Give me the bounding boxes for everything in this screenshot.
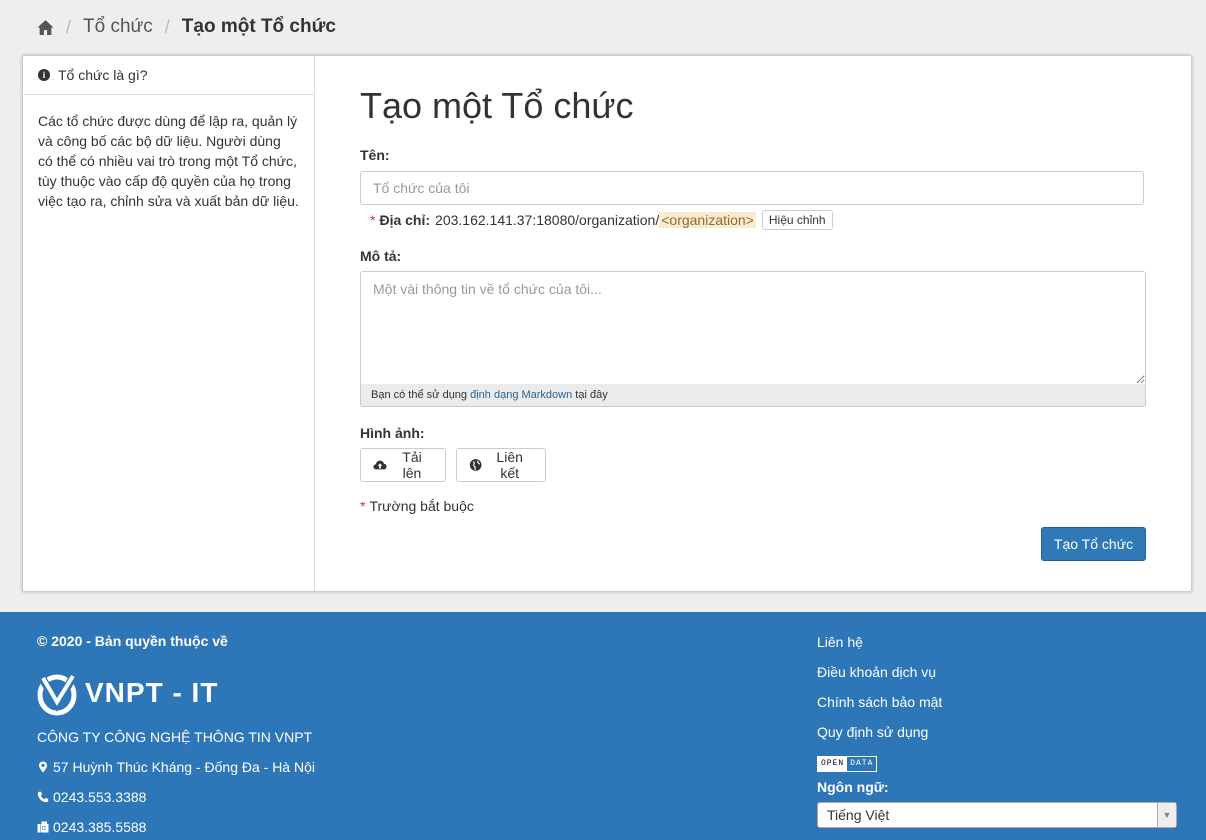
required-asterisk: * [360,498,366,514]
name-label: Tên: [360,147,390,163]
description-textarea[interactable] [360,271,1146,385]
required-asterisk: * [370,212,376,228]
url-prefix: 203.162.141.37:18080/organization/ [435,212,660,228]
breadcrumb-separator: / [164,16,170,37]
map-marker-icon [39,761,47,773]
markdown-hint-suffix: tại đây [575,389,608,401]
markdown-hint: Bạn có thể sử dụng định dạng Markdown tạ… [360,384,1146,407]
globe-icon [469,459,482,471]
open-data-badge[interactable]: OPEN DATA [817,756,878,772]
breadcrumb-separator: / [66,16,72,37]
footer-links: Liên hệ Điều khoản dịch vụ Chính sách bả… [817,633,942,753]
info-icon: i [38,69,50,81]
cloud-upload-icon [373,460,387,470]
vnpt-logo-mark [37,671,79,716]
phone-text: 0243.553.3388 [53,789,147,805]
language-select[interactable]: Tiếng Việt ▼ [817,802,1177,828]
upload-image-label: Tải lên [402,449,422,481]
vnpt-logo[interactable]: VNPT - IT [37,670,218,716]
fax: 0243.385.5588 [37,819,146,835]
phone: 0243.553.3388 [37,789,146,805]
address-text: 57 Huỳnh Thúc Kháng - Đống Đa - Hà Nội [53,759,315,775]
markdown-hint-prefix: Bạn có thể sử dụng [371,389,468,401]
description-label: Mô tả: [360,248,402,264]
fax-icon [37,821,49,833]
chevron-down-icon[interactable]: ▼ [1157,803,1176,827]
organization-form: Tạo một Tổ chức Tên: * Địa chỉ: 203.162.… [360,56,1146,561]
url-row: * Địa chỉ: 203.162.141.37:18080/organiza… [370,209,833,231]
open-data-badge-left: OPEN [818,757,848,771]
info-sidebar-text: Các tổ chức được dùng để lập ra, quản lý… [38,113,299,209]
company-name: CÔNG TY CÔNG NGHỆ THÔNG TIN VNPT [37,729,313,745]
address: 57 Huỳnh Thúc Kháng - Đống Đa - Hà Nội [37,759,315,775]
edit-url-button[interactable]: Hiệu chỉnh [761,210,833,230]
page-title: Tạo một Tổ chức [360,85,634,126]
footer-link-usage-rules[interactable]: Quy định sử dụng [817,723,942,753]
open-data-badge-right: DATA [847,757,877,771]
footer-link-terms[interactable]: Điều khoản dịch vụ [817,663,942,693]
copyright: © 2020 - Bản quyền thuộc về [37,633,228,649]
info-sidebar-title: Tổ chức là gì? [58,67,148,83]
language-label: Ngôn ngữ: [817,779,889,795]
home-icon[interactable] [37,19,54,36]
upload-image-button[interactable]: Tải lên [360,448,446,482]
image-label: Hình ảnh: [360,425,425,441]
required-note-text: Trường bắt buộc [369,498,474,514]
name-input[interactable] [360,171,1144,205]
info-sidebar: i Tổ chức là gì? Các tổ chức được dùng đ… [23,56,315,591]
breadcrumb: / Tổ chức / Tạo một Tổ chức [37,14,336,40]
language-selected-value: Tiếng Việt [827,807,890,823]
breadcrumb-organizations[interactable]: Tổ chức [83,16,153,38]
url-slug: <organization> [659,212,756,228]
phone-icon [37,791,49,803]
create-organization-button[interactable]: Tạo Tổ chức [1041,527,1146,561]
footer-link-privacy[interactable]: Chính sách bảo mật [817,693,942,723]
breadcrumb-current[interactable]: Tạo một Tổ chức [182,16,336,38]
link-image-label: Liên kết [496,449,523,481]
vnpt-logo-text: VNPT - IT [85,677,219,708]
fax-text: 0243.385.5588 [53,819,147,835]
content-card: i Tổ chức là gì? Các tổ chức được dùng đ… [22,55,1192,592]
url-label: Địa chỉ: [379,212,431,228]
link-image-button[interactable]: Liên kết [456,448,546,482]
required-note: * Trường bắt buộc [360,498,474,514]
markdown-link[interactable]: định dạng Markdown [470,389,572,401]
footer: © 2020 - Bản quyền thuộc về VNPT - IT CÔ… [0,612,1206,840]
info-sidebar-heading: i Tổ chức là gì? [23,56,314,95]
footer-link-contact[interactable]: Liên hệ [817,633,942,663]
